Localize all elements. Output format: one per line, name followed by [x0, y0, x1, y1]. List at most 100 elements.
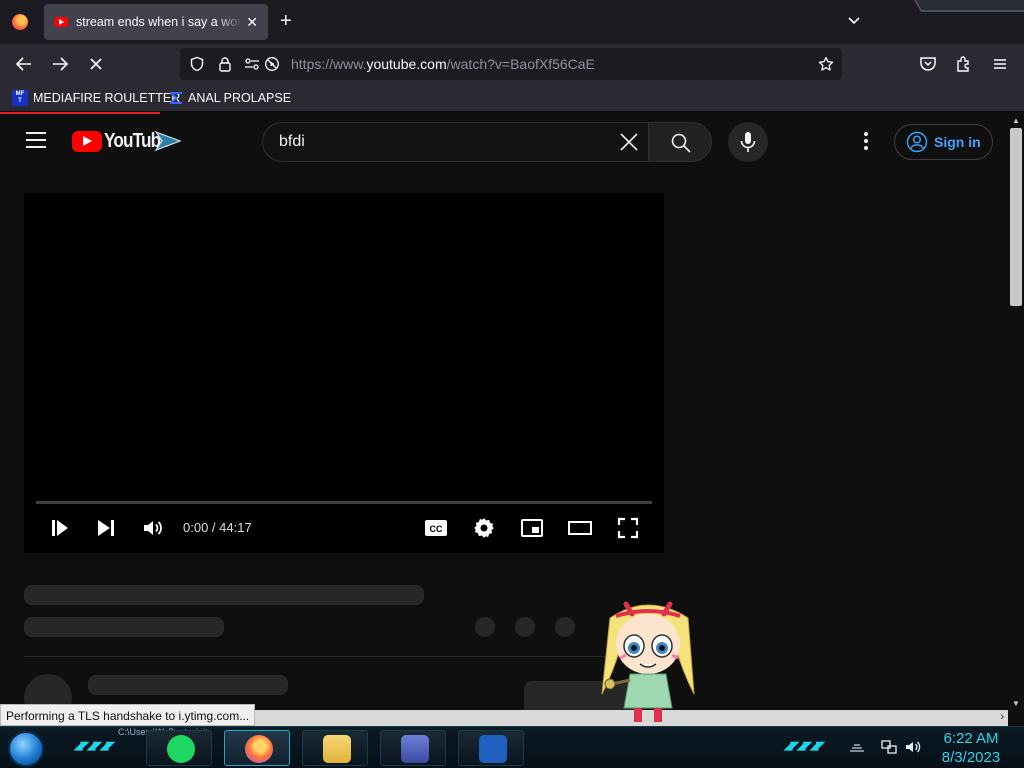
back-button[interactable]: [14, 54, 34, 74]
app-menu-button[interactable]: [990, 54, 1010, 74]
taskbar-app-spotify[interactable]: [146, 730, 212, 766]
arrow-right-icon: [53, 57, 69, 71]
system-clock[interactable]: 6:22 AM 8/3/2023: [934, 729, 1008, 767]
stop-loading-button[interactable]: [86, 54, 106, 74]
window-frame-decoration: [914, 0, 1024, 12]
bookmark-label: MEDIAFIRE ROULETTER: [33, 91, 181, 105]
forward-button[interactable]: [50, 54, 70, 74]
url-text[interactable]: https://www.youtube.com/watch?v=BaofXf56…: [291, 56, 595, 72]
voice-search-button[interactable]: [728, 122, 768, 162]
tray-overflow-icon: [850, 744, 864, 752]
section-divider: [24, 656, 664, 657]
bookmark-item-prolapse[interactable]: ANAL PROLAPSE: [168, 90, 291, 106]
video-progress-bar[interactable]: [36, 501, 652, 504]
action-placeholder: [555, 617, 575, 637]
network-tray-icon[interactable]: [880, 739, 898, 755]
search-box[interactable]: bfdi: [262, 122, 648, 162]
next-button[interactable]: [94, 516, 118, 540]
start-orb-button[interactable]: [8, 731, 44, 767]
theater-mode-button[interactable]: [568, 516, 592, 540]
clock-time: 6:22 AM: [943, 730, 999, 747]
video-player[interactable]: 0:00 / 44:17 CC: [24, 193, 664, 553]
arrow-left-icon: [15, 57, 31, 71]
subtitles-button[interactable]: CC: [424, 516, 448, 540]
browser-nav-bar: https://www.youtube.com/watch?v=BaofXf56…: [0, 44, 1024, 84]
tab-close-button[interactable]: ✕: [246, 14, 258, 31]
time-display: 0:00 / 44:17: [183, 520, 252, 535]
lock-icon[interactable]: [217, 56, 233, 72]
skip-next-icon: [98, 520, 114, 536]
gear-icon: [474, 518, 494, 538]
browser-tab-active[interactable]: stream ends when i say a word ✕: [44, 4, 268, 40]
taskbar-app-firefox[interactable]: [224, 730, 290, 766]
mediafire-icon: MF T: [12, 90, 28, 106]
sign-in-button[interactable]: Sign in: [894, 124, 993, 160]
clear-search-icon[interactable]: [618, 131, 640, 153]
bookmark-star-icon[interactable]: [818, 56, 834, 72]
tab-title: stream ends when i say a word: [76, 15, 242, 29]
closed-captions-icon: CC: [425, 520, 447, 536]
taskbar-app-file-explorer[interactable]: [302, 730, 368, 766]
scroll-up-arrow-icon[interactable]: ▲: [1012, 116, 1020, 125]
fullscreen-icon: [617, 517, 639, 539]
search-icon: [671, 133, 691, 153]
bookmark-item-mediafire[interactable]: MF T MEDIAFIRE ROULETTER: [12, 90, 180, 106]
cartoon-girl-sticker: [601, 601, 695, 722]
sign-in-label: Sign in: [934, 134, 981, 150]
new-tab-button[interactable]: +: [280, 11, 292, 31]
account-circle-icon: [906, 131, 928, 153]
show-hidden-icons-button[interactable]: [848, 739, 866, 755]
volume-tray-icon[interactable]: [904, 739, 922, 755]
extensions-button[interactable]: [954, 54, 974, 74]
clock-date: 8/3/2023: [941, 749, 1001, 766]
status-panel: Performing a TLS handshake to i.ytimg.co…: [0, 704, 256, 726]
tracking-protection-shield-icon[interactable]: [189, 56, 205, 72]
mute-button[interactable]: [141, 516, 165, 540]
scroll-right-arrow-icon[interactable]: ›: [1000, 711, 1004, 723]
settings-button[interactable]: [472, 516, 496, 540]
network-icon: [881, 740, 897, 754]
scroll-down-arrow-icon[interactable]: ▼: [1012, 699, 1020, 708]
youtube-logo[interactable]: YouTube: [72, 130, 182, 153]
subtitle-placeholder: [24, 617, 224, 637]
scrollbar-thumb[interactable]: [1010, 128, 1022, 306]
fullscreen-button[interactable]: [616, 516, 640, 540]
pocket-icon: [920, 57, 936, 71]
address-bar[interactable]: https://www.youtube.com/watch?v=BaofXf56…: [180, 48, 842, 80]
autoplay-blocked-icon[interactable]: [264, 56, 280, 72]
play-pause-button[interactable]: [48, 516, 72, 540]
bookmark-label: ANAL PROLAPSE: [188, 91, 292, 105]
svg-text:CC: CC: [430, 524, 443, 534]
browser-tab-bar: stream ends when i say a word ✕ +: [0, 0, 1024, 44]
search-input[interactable]: bfdi: [279, 133, 305, 151]
desktop: stream ends when i say a word ✕ + https:…: [0, 0, 1024, 768]
miniplayer-button[interactable]: [520, 516, 544, 540]
control-panel-icon: [401, 735, 429, 763]
page-vertical-scrollbar[interactable]: ▲ ▼: [1008, 114, 1024, 710]
speaker-icon: [906, 741, 921, 753]
taskbar-app-powershell[interactable]: [458, 730, 524, 766]
firefox-icon: [245, 735, 273, 763]
paper-dart-icon: [154, 130, 182, 152]
channel-name-placeholder: [88, 675, 288, 695]
settings-more-button[interactable]: [858, 132, 874, 152]
action-placeholder: [515, 617, 535, 637]
taskbar-app-control-panel[interactable]: [380, 730, 446, 766]
youtube-play-logo-icon: [72, 131, 102, 152]
close-icon: [90, 58, 102, 70]
youtube-page: YouTube bfdi Sign in 0:00 / 44:17 CC: [0, 114, 1008, 710]
title-placeholder: [24, 585, 424, 605]
miniplayer-icon: [521, 519, 543, 537]
bookmarks-toolbar: MF T MEDIAFIRE ROULETTER ANAL PROLAPSE: [0, 84, 1024, 112]
search-button[interactable]: [648, 122, 712, 162]
action-placeholder: [475, 617, 495, 637]
hamburger-menu-icon: [994, 59, 1006, 69]
firefox-icon[interactable]: [12, 14, 28, 30]
pocket-button[interactable]: [918, 54, 938, 74]
guide-menu-button[interactable]: [26, 132, 46, 148]
theater-mode-icon: [568, 521, 592, 535]
list-all-tabs-button[interactable]: [846, 12, 862, 28]
chevron-decoration-icon: ◢◤◢◤◢◤: [74, 740, 115, 752]
permissions-icon[interactable]: [244, 56, 260, 72]
file-explorer-icon: [323, 735, 351, 763]
